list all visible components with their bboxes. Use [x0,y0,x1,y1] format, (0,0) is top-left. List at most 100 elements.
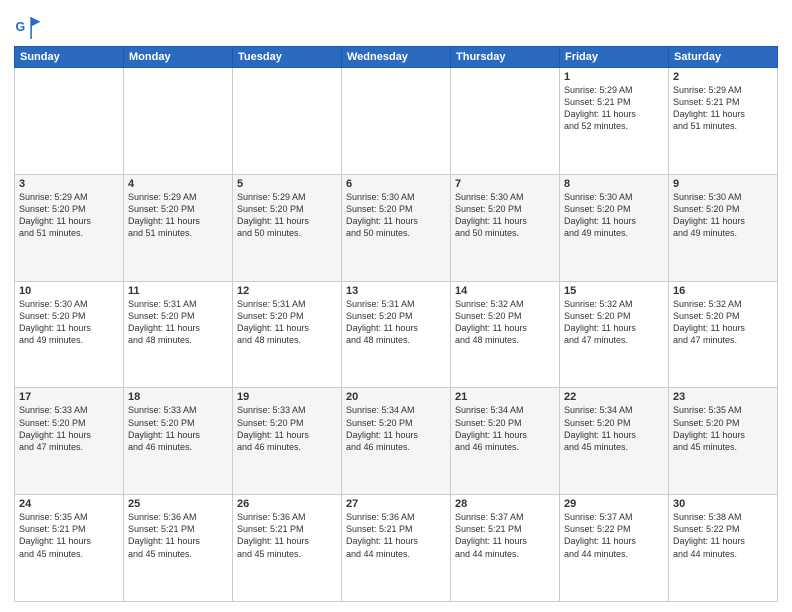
day-info: Sunrise: 5:32 AMSunset: 5:20 PMDaylight:… [564,298,664,347]
day-info: Sunrise: 5:36 AMSunset: 5:21 PMDaylight:… [128,511,228,560]
day-info: Sunrise: 5:36 AMSunset: 5:21 PMDaylight:… [346,511,446,560]
day-info: Sunrise: 5:37 AMSunset: 5:22 PMDaylight:… [564,511,664,560]
day-info: Sunrise: 5:33 AMSunset: 5:20 PMDaylight:… [19,404,119,453]
calendar-week-3: 10Sunrise: 5:30 AMSunset: 5:20 PMDayligh… [15,281,778,388]
day-number: 18 [128,391,228,403]
day-number: 17 [19,391,119,403]
day-number: 22 [564,391,664,403]
day-info: Sunrise: 5:30 AMSunset: 5:20 PMDaylight:… [455,191,555,240]
day-info: Sunrise: 5:33 AMSunset: 5:20 PMDaylight:… [128,404,228,453]
day-number: 24 [19,498,119,510]
calendar-cell: 28Sunrise: 5:37 AMSunset: 5:21 PMDayligh… [451,495,560,602]
day-number: 6 [346,178,446,190]
calendar-cell: 23Sunrise: 5:35 AMSunset: 5:20 PMDayligh… [669,388,778,495]
day-number: 25 [128,498,228,510]
calendar-cell: 22Sunrise: 5:34 AMSunset: 5:20 PMDayligh… [560,388,669,495]
day-number: 2 [673,71,773,83]
day-info: Sunrise: 5:31 AMSunset: 5:20 PMDaylight:… [237,298,337,347]
day-info: Sunrise: 5:29 AMSunset: 5:21 PMDaylight:… [673,84,773,133]
calendar-cell: 17Sunrise: 5:33 AMSunset: 5:20 PMDayligh… [15,388,124,495]
weekday-tuesday: Tuesday [233,47,342,68]
day-info: Sunrise: 5:29 AMSunset: 5:20 PMDaylight:… [128,191,228,240]
day-number: 10 [19,285,119,297]
calendar-cell: 8Sunrise: 5:30 AMSunset: 5:20 PMDaylight… [560,174,669,281]
calendar-cell: 7Sunrise: 5:30 AMSunset: 5:20 PMDaylight… [451,174,560,281]
calendar-cell: 13Sunrise: 5:31 AMSunset: 5:20 PMDayligh… [342,281,451,388]
day-info: Sunrise: 5:30 AMSunset: 5:20 PMDaylight:… [564,191,664,240]
day-number: 27 [346,498,446,510]
day-info: Sunrise: 5:29 AMSunset: 5:20 PMDaylight:… [19,191,119,240]
calendar-cell: 18Sunrise: 5:33 AMSunset: 5:20 PMDayligh… [124,388,233,495]
calendar-cell: 14Sunrise: 5:32 AMSunset: 5:20 PMDayligh… [451,281,560,388]
calendar-cell: 15Sunrise: 5:32 AMSunset: 5:20 PMDayligh… [560,281,669,388]
day-number: 29 [564,498,664,510]
calendar-cell: 20Sunrise: 5:34 AMSunset: 5:20 PMDayligh… [342,388,451,495]
calendar-week-1: 1Sunrise: 5:29 AMSunset: 5:21 PMDaylight… [15,68,778,175]
day-info: Sunrise: 5:31 AMSunset: 5:20 PMDaylight:… [128,298,228,347]
day-number: 28 [455,498,555,510]
day-number: 3 [19,178,119,190]
day-number: 15 [564,285,664,297]
weekday-saturday: Saturday [669,47,778,68]
page: G SundayMondayTuesdayWednesdayThursdayFr… [0,0,792,612]
calendar-cell: 21Sunrise: 5:34 AMSunset: 5:20 PMDayligh… [451,388,560,495]
day-number: 23 [673,391,773,403]
calendar-cell: 30Sunrise: 5:38 AMSunset: 5:22 PMDayligh… [669,495,778,602]
calendar-cell: 26Sunrise: 5:36 AMSunset: 5:21 PMDayligh… [233,495,342,602]
day-number: 20 [346,391,446,403]
calendar-cell [451,68,560,175]
calendar-cell: 3Sunrise: 5:29 AMSunset: 5:20 PMDaylight… [15,174,124,281]
weekday-monday: Monday [124,47,233,68]
calendar-cell: 12Sunrise: 5:31 AMSunset: 5:20 PMDayligh… [233,281,342,388]
calendar-cell: 29Sunrise: 5:37 AMSunset: 5:22 PMDayligh… [560,495,669,602]
calendar-cell [124,68,233,175]
calendar-cell: 9Sunrise: 5:30 AMSunset: 5:20 PMDaylight… [669,174,778,281]
day-number: 16 [673,285,773,297]
day-number: 4 [128,178,228,190]
weekday-sunday: Sunday [15,47,124,68]
weekday-wednesday: Wednesday [342,47,451,68]
day-number: 8 [564,178,664,190]
svg-text:G: G [16,20,26,34]
logo-icon: G [14,14,42,42]
day-info: Sunrise: 5:32 AMSunset: 5:20 PMDaylight:… [455,298,555,347]
day-number: 5 [237,178,337,190]
calendar-cell: 25Sunrise: 5:36 AMSunset: 5:21 PMDayligh… [124,495,233,602]
day-number: 7 [455,178,555,190]
day-number: 19 [237,391,337,403]
calendar-cell [15,68,124,175]
day-info: Sunrise: 5:35 AMSunset: 5:20 PMDaylight:… [673,404,773,453]
weekday-header-row: SundayMondayTuesdayWednesdayThursdayFrid… [15,47,778,68]
day-number: 13 [346,285,446,297]
day-info: Sunrise: 5:31 AMSunset: 5:20 PMDaylight:… [346,298,446,347]
calendar-week-4: 17Sunrise: 5:33 AMSunset: 5:20 PMDayligh… [15,388,778,495]
day-number: 26 [237,498,337,510]
day-number: 11 [128,285,228,297]
day-number: 12 [237,285,337,297]
day-info: Sunrise: 5:36 AMSunset: 5:21 PMDaylight:… [237,511,337,560]
calendar-cell: 6Sunrise: 5:30 AMSunset: 5:20 PMDaylight… [342,174,451,281]
day-number: 14 [455,285,555,297]
weekday-thursday: Thursday [451,47,560,68]
day-info: Sunrise: 5:37 AMSunset: 5:21 PMDaylight:… [455,511,555,560]
calendar-cell: 10Sunrise: 5:30 AMSunset: 5:20 PMDayligh… [15,281,124,388]
day-info: Sunrise: 5:34 AMSunset: 5:20 PMDaylight:… [455,404,555,453]
logo: G [14,14,46,42]
header: G [14,10,778,42]
day-info: Sunrise: 5:38 AMSunset: 5:22 PMDaylight:… [673,511,773,560]
calendar-cell: 1Sunrise: 5:29 AMSunset: 5:21 PMDaylight… [560,68,669,175]
calendar-cell: 5Sunrise: 5:29 AMSunset: 5:20 PMDaylight… [233,174,342,281]
day-info: Sunrise: 5:29 AMSunset: 5:21 PMDaylight:… [564,84,664,133]
day-info: Sunrise: 5:30 AMSunset: 5:20 PMDaylight:… [19,298,119,347]
day-info: Sunrise: 5:34 AMSunset: 5:20 PMDaylight:… [564,404,664,453]
calendar-cell: 11Sunrise: 5:31 AMSunset: 5:20 PMDayligh… [124,281,233,388]
calendar: SundayMondayTuesdayWednesdayThursdayFrid… [14,46,778,602]
day-info: Sunrise: 5:30 AMSunset: 5:20 PMDaylight:… [346,191,446,240]
day-info: Sunrise: 5:33 AMSunset: 5:20 PMDaylight:… [237,404,337,453]
day-info: Sunrise: 5:30 AMSunset: 5:20 PMDaylight:… [673,191,773,240]
day-number: 21 [455,391,555,403]
calendar-cell [342,68,451,175]
day-number: 9 [673,178,773,190]
day-number: 1 [564,71,664,83]
weekday-friday: Friday [560,47,669,68]
